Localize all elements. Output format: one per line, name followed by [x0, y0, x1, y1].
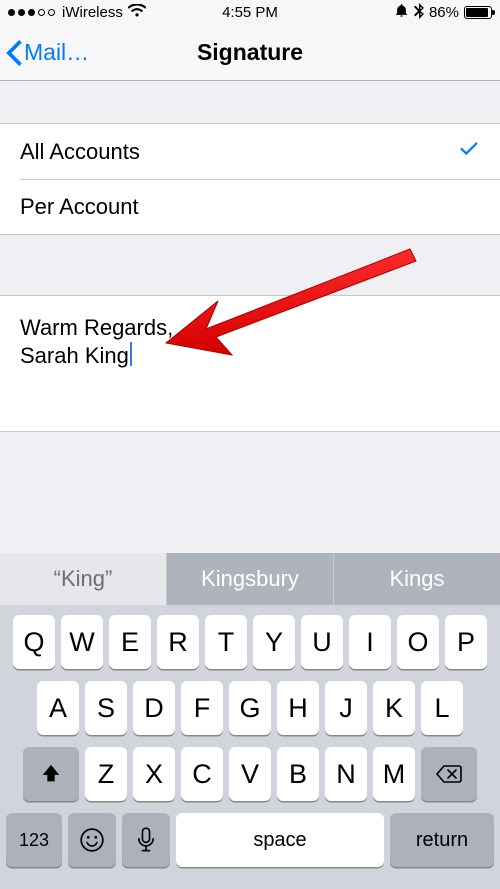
carrier-label: iWireless: [62, 4, 123, 21]
option-label: All Accounts: [20, 139, 140, 165]
key-backspace[interactable]: [421, 747, 477, 801]
key-row-1: Q W E R T Y U I O P: [6, 615, 494, 669]
key-p[interactable]: P: [445, 615, 487, 669]
key-d[interactable]: D: [133, 681, 175, 735]
suggestion-bar: “King” Kingsbury Kings: [0, 553, 500, 605]
signature-text: Warm Regards, Sarah King: [20, 314, 480, 369]
status-right: 86%: [394, 3, 492, 23]
bluetooth-icon: [414, 3, 424, 23]
signature-editor[interactable]: Warm Regards, Sarah King: [0, 295, 500, 432]
back-button[interactable]: Mail…: [6, 25, 89, 80]
checkmark-icon: [458, 138, 480, 166]
key-v[interactable]: V: [229, 747, 271, 801]
keyboard: “King” Kingsbury Kings Q W E R T Y U I O…: [0, 553, 500, 889]
status-bar: iWireless 4:55 PM 86%: [0, 0, 500, 25]
emoji-icon: [79, 827, 105, 853]
key-emoji[interactable]: [68, 813, 116, 867]
key-return[interactable]: return: [390, 813, 494, 867]
alarm-icon: [394, 3, 409, 22]
key-i[interactable]: I: [349, 615, 391, 669]
key-h[interactable]: H: [277, 681, 319, 735]
key-x[interactable]: X: [133, 747, 175, 801]
microphone-icon: [137, 827, 155, 853]
key-w[interactable]: W: [61, 615, 103, 669]
key-g[interactable]: G: [229, 681, 271, 735]
status-left: iWireless: [8, 4, 146, 22]
chevron-left-icon: [6, 40, 22, 66]
key-f[interactable]: F: [181, 681, 223, 735]
option-all-accounts[interactable]: All Accounts: [0, 124, 500, 179]
key-t[interactable]: T: [205, 615, 247, 669]
key-y[interactable]: Y: [253, 615, 295, 669]
key-q[interactable]: Q: [13, 615, 55, 669]
nav-bar: Mail… Signature: [0, 25, 500, 81]
key-numeric[interactable]: 123: [6, 813, 62, 867]
key-j[interactable]: J: [325, 681, 367, 735]
key-row-4: 123 space return: [6, 813, 494, 867]
backspace-icon: [435, 764, 463, 784]
key-dictation[interactable]: [122, 813, 170, 867]
back-label: Mail…: [24, 39, 89, 66]
text-caret: [130, 342, 132, 366]
key-b[interactable]: B: [277, 747, 319, 801]
scope-group: All Accounts Per Account: [0, 123, 500, 235]
key-k[interactable]: K: [373, 681, 415, 735]
key-row-3: Z X C V B N M: [6, 747, 494, 801]
suggestion-1[interactable]: “King”: [0, 553, 167, 605]
suggestion-3[interactable]: Kings: [334, 553, 500, 605]
key-l[interactable]: L: [421, 681, 463, 735]
wifi-icon: [128, 4, 146, 22]
key-a[interactable]: A: [37, 681, 79, 735]
key-n[interactable]: N: [325, 747, 367, 801]
key-c[interactable]: C: [181, 747, 223, 801]
option-label: Per Account: [20, 194, 139, 220]
signal-strength-icon: [8, 9, 55, 16]
key-m[interactable]: M: [373, 747, 415, 801]
key-o[interactable]: O: [397, 615, 439, 669]
key-shift[interactable]: [23, 747, 79, 801]
shift-icon: [40, 763, 62, 785]
key-z[interactable]: Z: [85, 747, 127, 801]
page-title: Signature: [197, 39, 303, 66]
key-row-2: A S D F G H J K L: [6, 681, 494, 735]
battery-icon: [464, 6, 492, 19]
option-per-account[interactable]: Per Account: [20, 179, 500, 234]
key-u[interactable]: U: [301, 615, 343, 669]
battery-pct: 86%: [429, 4, 459, 21]
key-e[interactable]: E: [109, 615, 151, 669]
key-s[interactable]: S: [85, 681, 127, 735]
suggestion-2[interactable]: Kingsbury: [167, 553, 334, 605]
key-space[interactable]: space: [176, 813, 384, 867]
key-r[interactable]: R: [157, 615, 199, 669]
